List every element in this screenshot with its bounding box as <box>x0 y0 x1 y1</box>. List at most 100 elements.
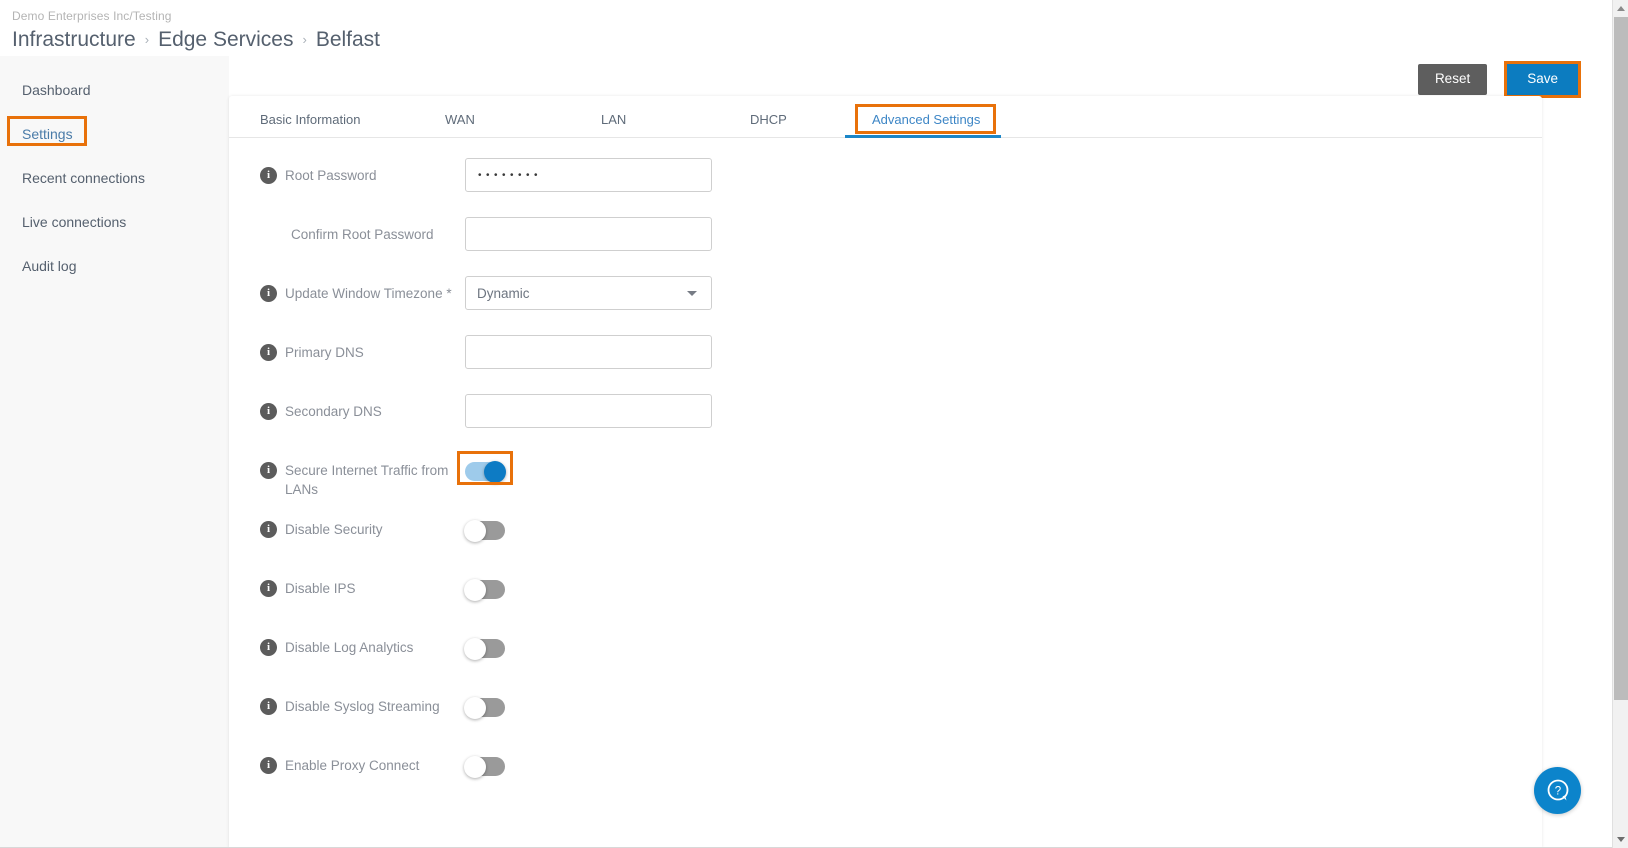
chevron-down-icon <box>687 291 697 296</box>
disable-security-toggle[interactable] <box>464 519 505 542</box>
breadcrumb: Infrastructure › Edge Services › Belfast <box>12 27 1613 55</box>
sidebar-item-settings[interactable]: Settings <box>0 122 73 146</box>
tab-basic-information[interactable]: Basic Information <box>260 112 360 127</box>
label-text: Secure Internet Traffic from LANs <box>285 463 449 497</box>
control-disable-log-analytics <box>464 627 505 660</box>
sidebar-item-dashboard[interactable]: Dashboard <box>0 78 91 102</box>
label-text: Disable IPS <box>285 581 356 596</box>
label-root-password: i Root Password <box>229 155 465 185</box>
tab-advanced-settings[interactable]: Advanced Settings <box>872 112 980 127</box>
toggle-knob <box>464 755 486 778</box>
confirm-root-password-input[interactable] <box>465 217 712 251</box>
toggle-knob <box>464 696 486 719</box>
enable-proxy-connect-toggle[interactable] <box>464 755 505 778</box>
label-disable-security: i Disable Security <box>229 509 465 539</box>
control-disable-ips <box>464 568 505 601</box>
label-secondary-dns: i Secondary DNS <box>229 391 465 421</box>
settings-panel: Basic Information WAN LAN DHCP Advanced … <box>229 96 1542 848</box>
label-text: Confirm Root Password <box>291 227 434 242</box>
sidebar-slot-audit-log: Audit log <box>0 244 229 288</box>
form-row-update-window-timezone: i Update Window Timezone * Dynamic <box>229 273 1542 332</box>
info-icon[interactable]: i <box>260 580 277 597</box>
toggle-knob <box>464 578 486 601</box>
scroll-up-arrow-icon[interactable] <box>1616 6 1625 11</box>
breadcrumb-separator-icon: › <box>144 32 150 47</box>
tab-lan[interactable]: LAN <box>601 112 626 127</box>
toggle-knob <box>464 519 486 542</box>
label-enable-proxy-connect: i Enable Proxy Connect <box>229 745 465 775</box>
info-icon[interactable]: i <box>260 639 277 656</box>
breadcrumb-separator-icon: › <box>302 32 307 47</box>
info-icon[interactable]: i <box>260 285 277 302</box>
sidebar: Dashboard Settings Recent connections Li… <box>0 56 229 848</box>
root-password-input[interactable]: •••••••• <box>465 158 712 192</box>
advanced-settings-form: i Root Password •••••••• Confirm Root Pa… <box>229 138 1542 804</box>
tab-dhcp[interactable]: DHCP <box>750 112 787 127</box>
sidebar-slot-live-connections: Live connections <box>0 200 229 244</box>
info-icon[interactable]: i <box>260 403 277 420</box>
form-row-disable-security: i Disable Security <box>229 509 1542 568</box>
control-primary-dns <box>465 332 712 369</box>
control-enable-proxy-connect <box>464 745 505 778</box>
help-button[interactable]: ? <box>1534 767 1581 814</box>
control-confirm-root-password <box>465 214 712 251</box>
info-icon[interactable]: i <box>260 757 277 774</box>
info-icon[interactable]: i <box>260 698 277 715</box>
update-window-timezone-select[interactable]: Dynamic <box>465 276 712 310</box>
reset-button[interactable]: Reset <box>1417 64 1488 95</box>
sidebar-item-live-connections[interactable]: Live connections <box>0 210 126 234</box>
scrollbar-thumb[interactable] <box>1614 17 1628 700</box>
control-root-password: •••••••• <box>465 155 712 192</box>
label-text: Disable Log Analytics <box>285 640 414 655</box>
secondary-dns-input[interactable] <box>465 394 712 428</box>
label-text: Root Password <box>285 168 377 183</box>
sidebar-slot-dashboard: Dashboard <box>0 68 229 112</box>
label-disable-ips: i Disable IPS <box>229 568 465 598</box>
svg-text:?: ? <box>1554 785 1560 797</box>
info-icon[interactable]: i <box>260 462 277 479</box>
sidebar-item-audit-log[interactable]: Audit log <box>0 254 76 278</box>
breadcrumb-item-infrastructure[interactable]: Infrastructure <box>12 27 136 53</box>
toggle-knob <box>484 460 506 483</box>
control-disable-security <box>464 509 505 542</box>
save-button-highlight: Save <box>1504 61 1581 98</box>
form-row-secondary-dns: i Secondary DNS <box>229 391 1542 450</box>
info-icon[interactable]: i <box>260 344 277 361</box>
control-update-window-timezone: Dynamic <box>465 273 712 310</box>
label-text: Update Window Timezone * <box>285 286 452 301</box>
label-disable-log-analytics: i Disable Log Analytics <box>229 627 465 657</box>
form-row-disable-syslog-streaming: i Disable Syslog Streaming <box>229 686 1542 745</box>
form-row-enable-proxy-connect: i Enable Proxy Connect <box>229 745 1542 804</box>
form-row-disable-log-analytics: i Disable Log Analytics <box>229 627 1542 686</box>
sidebar-item-recent-connections[interactable]: Recent connections <box>0 166 145 190</box>
primary-dns-input[interactable] <box>465 335 712 369</box>
label-text: Enable Proxy Connect <box>285 758 420 773</box>
label-confirm-root-password: Confirm Root Password <box>229 214 465 244</box>
disable-log-analytics-toggle[interactable] <box>464 637 505 660</box>
label-text: Secondary DNS <box>285 404 382 419</box>
selected-option-label: Dynamic <box>477 285 530 301</box>
secure-internet-traffic-toggle[interactable] <box>465 460 506 483</box>
info-icon[interactable]: i <box>260 167 277 184</box>
label-text: Disable Security <box>285 522 383 537</box>
page-header: Demo Enterprises Inc/Testing Infrastruct… <box>0 0 1613 55</box>
disable-ips-toggle[interactable] <box>464 578 505 601</box>
disable-syslog-streaming-toggle[interactable] <box>464 696 505 719</box>
breadcrumb-item-edge-services[interactable]: Edge Services <box>158 27 293 53</box>
sidebar-slot-recent-connections: Recent connections <box>0 156 229 200</box>
label-update-window-timezone: i Update Window Timezone * <box>229 273 465 303</box>
organization-label: Demo Enterprises Inc/Testing <box>12 9 172 23</box>
save-button[interactable]: Save <box>1507 64 1578 95</box>
tab-bar: Basic Information WAN LAN DHCP Advanced … <box>229 96 1542 138</box>
scroll-down-arrow-icon[interactable] <box>1616 837 1625 842</box>
app-root: Demo Enterprises Inc/Testing Infrastruct… <box>0 0 1628 848</box>
form-row-confirm-root-password: Confirm Root Password <box>229 214 1542 273</box>
breadcrumb-item-belfast[interactable]: Belfast <box>316 27 380 53</box>
info-icon[interactable]: i <box>260 521 277 538</box>
form-row-secure-internet-traffic: i Secure Internet Traffic from LANs <box>229 450 1542 509</box>
toggle-knob <box>464 637 486 660</box>
root-password-value: •••••••• <box>478 170 543 181</box>
form-row-root-password: i Root Password •••••••• <box>229 155 1542 214</box>
tab-wan[interactable]: WAN <box>445 112 475 127</box>
vertical-scrollbar[interactable] <box>1612 0 1628 848</box>
